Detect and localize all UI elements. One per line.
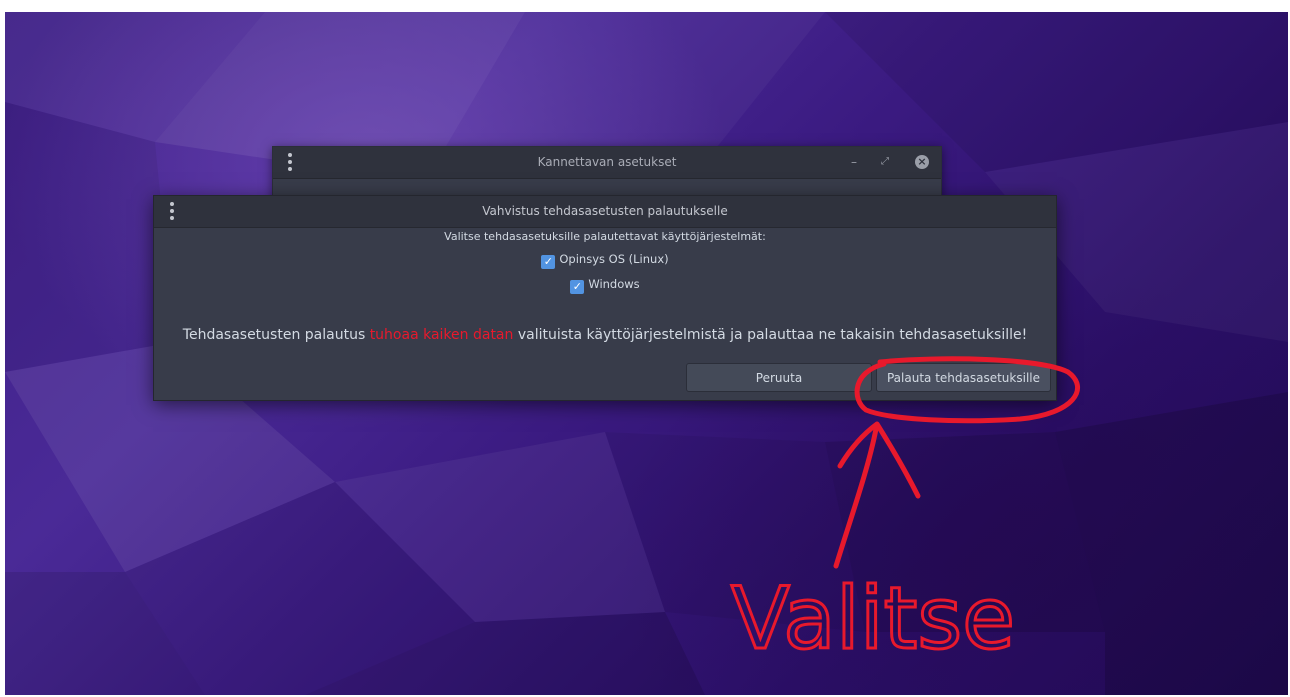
- option-windows[interactable]: ✓ Windows: [154, 276, 1056, 294]
- option-label: Windows: [588, 277, 640, 291]
- os-selection-prompt: Valitse tehdasasetuksille palautettavat …: [444, 230, 766, 243]
- checkbox-checked-icon[interactable]: ✓: [570, 280, 585, 294]
- option-opinsys-os[interactable]: ✓ Opinsys OS (Linux): [154, 251, 1056, 269]
- factory-reset-dialog: Vahvistus tehdasasetusten palautukselle …: [153, 195, 1057, 401]
- laptop-settings-titlebar: Kannettavan asetukset – ⤢ ×: [273, 147, 941, 179]
- minimize-icon[interactable]: –: [847, 154, 861, 170]
- warning-text-danger: tuhoaa kaiken datan: [369, 327, 514, 343]
- close-icon[interactable]: ×: [915, 155, 929, 169]
- laptop-settings-title: Kannettavan asetukset: [537, 155, 677, 169]
- dialog-titlebar: Vahvistus tehdasasetusten palautukselle: [154, 196, 1056, 228]
- factory-reset-button[interactable]: Palauta tehdasasetuksille: [876, 363, 1051, 392]
- data-loss-warning: Tehdasasetusten palautus tuhoaa kaiken d…: [154, 327, 1056, 343]
- cancel-button[interactable]: Peruuta: [686, 363, 872, 392]
- maximize-icon[interactable]: ⤢: [878, 154, 892, 170]
- dialog-title: Vahvistus tehdasasetusten palautukselle: [482, 204, 728, 218]
- warning-text-start: Tehdasasetusten palautus: [182, 327, 370, 343]
- option-label: Opinsys OS (Linux): [559, 252, 669, 266]
- cropped-caption-strip: [0, 0, 1290, 12]
- warning-text-end: valituista käyttöjärjestelmistä ja palau…: [513, 327, 1028, 343]
- checkbox-checked-icon[interactable]: ✓: [541, 255, 556, 269]
